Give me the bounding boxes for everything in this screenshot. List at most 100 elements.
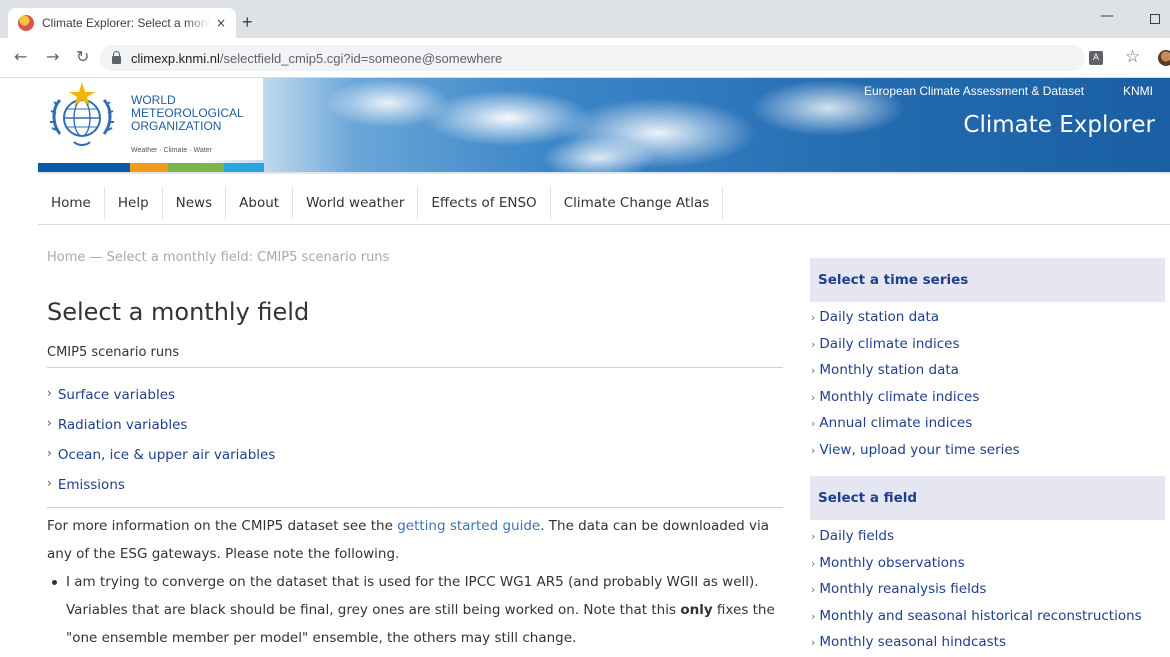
note-emphasis: only [680, 602, 713, 618]
para-text: For more information on the CMIP5 datase… [47, 518, 398, 534]
chevron-right-icon: › [811, 583, 816, 597]
close-tab-icon[interactable]: × [216, 16, 226, 30]
chevron-right-icon: › [47, 446, 52, 460]
variable-category-radiation[interactable]: › Radiation variables [47, 408, 275, 438]
content-divider [47, 507, 783, 508]
back-icon[interactable]: ← [14, 48, 27, 66]
url-host: climexp.knmi.nl [131, 50, 220, 66]
lock-icon[interactable] [112, 50, 121, 64]
nav-item-news[interactable]: News [163, 187, 227, 219]
color-bar-blue [38, 163, 130, 172]
variable-category-surface[interactable]: › Surface variables [47, 378, 275, 408]
address-bar[interactable]: climexp.knmi.nl/selectfield_cmip5.cgi?id… [100, 45, 1085, 71]
main-nav: Home Help News About World weather Effec… [38, 187, 724, 221]
chevron-right-icon: › [811, 390, 816, 404]
sidebar-item-historical-reconstructions[interactable]: › Monthly and seasonal historical reconst… [811, 603, 1142, 630]
sidebar-item-label: Monthly station data [819, 362, 959, 379]
sidebar-item-label: Monthly observations [819, 554, 965, 571]
browser-tab[interactable]: Climate Explorer: Select a monthly field… [8, 8, 236, 38]
note-text: I am trying to converge on the dataset t… [66, 574, 759, 618]
color-bar-cyan [224, 163, 264, 172]
chevron-right-icon: › [811, 609, 816, 623]
banner-divider [38, 172, 1170, 174]
chevron-right-icon: › [811, 636, 816, 650]
sidebar-item-label: Daily climate indices [819, 335, 960, 352]
nav-item-effects-of-enso[interactable]: Effects of ENSO [418, 187, 551, 219]
chevron-right-icon: › [811, 443, 816, 457]
chevron-right-icon: › [47, 386, 52, 400]
page-title: Select a monthly field [47, 298, 310, 326]
chevron-right-icon: › [811, 364, 816, 378]
sidebar-item-daily-fields[interactable]: › Daily fields [811, 523, 1142, 550]
sidebar-item-annual-climate-indices[interactable]: › Annual climate indices [811, 410, 1020, 437]
chevron-right-icon: › [811, 530, 816, 543]
color-bar-green [168, 163, 224, 172]
chevron-right-icon: › [811, 337, 816, 351]
forward-icon[interactable]: → [46, 48, 59, 66]
list-item: I am trying to converge on the dataset t… [47, 568, 787, 652]
color-bar-orange [130, 163, 168, 172]
sidebar-item-monthly-reanalysis-fields[interactable]: › Monthly reanalysis fields [811, 576, 1142, 603]
sidebar-item-label: Monthly climate indices [819, 388, 980, 405]
new-tab-button[interactable]: + [242, 12, 253, 32]
tab-title: Climate Explorer: Select a monthly field [42, 16, 210, 30]
eca-link[interactable]: European Climate Assessment & Dataset [864, 84, 1084, 98]
sidebar-item-daily-climate-indices[interactable]: › Daily climate indices [811, 331, 1020, 358]
sidebar-item-monthly-observations[interactable]: › Monthly observations [811, 550, 1142, 577]
nav-item-help[interactable]: Help [105, 187, 163, 219]
chevron-right-icon: › [811, 417, 816, 431]
browser-toolbar: ← → ↻ climexp.knmi.nl/selectfield_cmip5.… [0, 38, 1170, 78]
breadcrumb: Home — Select a monthly field: CMIP5 sce… [47, 250, 390, 265]
nav-item-climate-change-atlas[interactable]: Climate Change Atlas [551, 187, 724, 219]
wmo-org-name[interactable]: WORLD METEOROLOGICAL ORGANIZATION [131, 94, 244, 133]
sidebar-field-list: › Daily fields › Monthly observations › Mon… [811, 523, 1142, 656]
variable-category-ocean-ice-upper-air[interactable]: › Ocean, ice & upper air variables [47, 438, 275, 468]
wmo-tagline: Weather · Climate · Water [131, 147, 212, 154]
variable-category-label: Radiation variables [57, 417, 188, 433]
sidebar-item-monthly-climate-indices[interactable]: › Monthly climate indices [811, 384, 1020, 411]
translate-icon[interactable]: A [1089, 51, 1103, 65]
chevron-right-icon: › [47, 476, 52, 490]
reload-icon[interactable]: ↻ [76, 48, 89, 66]
variable-category-label: Surface variables [57, 387, 176, 403]
org-line-3: ORGANIZATION [131, 119, 222, 133]
knmi-link[interactable]: KNMI [1123, 84, 1153, 98]
nav-item-world-weather[interactable]: World weather [293, 187, 419, 219]
nav-item-about[interactable]: About [226, 187, 294, 219]
notes-list: I am trying to converge on the dataset t… [47, 568, 787, 652]
sidebar-item-seasonal-hindcasts[interactable]: › Monthly seasonal hindcasts [811, 629, 1142, 656]
sidebar-item-daily-station-data[interactable]: › Daily station data [811, 304, 1020, 331]
sidebar-heading-field: Select a field [810, 476, 1165, 520]
sidebar-item-label: Daily fields [819, 528, 895, 544]
sidebar-heading-time-series: Select a time series [810, 258, 1165, 302]
variable-category-label: Ocean, ice & upper air variables [57, 447, 276, 463]
info-paragraph: For more information on the CMIP5 datase… [47, 512, 787, 568]
minimize-window-button[interactable]: — [1100, 8, 1114, 24]
nav-item-home[interactable]: Home [38, 187, 105, 219]
site-title[interactable]: Climate Explorer [950, 112, 1155, 138]
sidebar-item-view-upload-time-series[interactable]: › View, upload your time series [811, 437, 1020, 464]
profile-avatar[interactable] [1158, 50, 1170, 66]
chevron-right-icon: › [811, 556, 816, 570]
site-favicon-icon [18, 15, 34, 31]
wmo-emblem-icon [50, 82, 114, 146]
variable-category-label: Emissions [57, 477, 125, 493]
sidebar-item-label: Annual climate indices [819, 415, 973, 432]
sidebar-item-monthly-station-data[interactable]: › Monthly station data [811, 357, 1020, 384]
star-icon[interactable]: ☆ [1125, 47, 1140, 67]
sidebar-item-label: Monthly seasonal hindcasts [819, 634, 1007, 651]
variable-category-emissions[interactable]: › Emissions [47, 468, 275, 498]
page-subtitle: CMIP5 scenario runs [47, 345, 180, 360]
nav-divider [38, 224, 1170, 225]
content-divider [47, 367, 783, 368]
sidebar-item-label: Monthly reanalysis fields [819, 581, 987, 598]
getting-started-guide-link[interactable]: getting started guide [397, 518, 540, 534]
maximize-window-button[interactable] [1150, 14, 1160, 24]
variable-category-list: › Surface variables › Radiation variables … [47, 378, 275, 498]
sidebar-item-label: Daily station data [819, 309, 940, 325]
sidebar-item-label: Monthly and seasonal historical reconstr… [819, 607, 1142, 624]
browser-tab-strip: Climate Explorer: Select a monthly field… [0, 0, 1170, 38]
url-path: /selectfield_cmip5.cgi?id=someone@somewh… [219, 50, 503, 66]
chevron-right-icon: › [47, 416, 52, 430]
chevron-right-icon: › [811, 311, 816, 324]
